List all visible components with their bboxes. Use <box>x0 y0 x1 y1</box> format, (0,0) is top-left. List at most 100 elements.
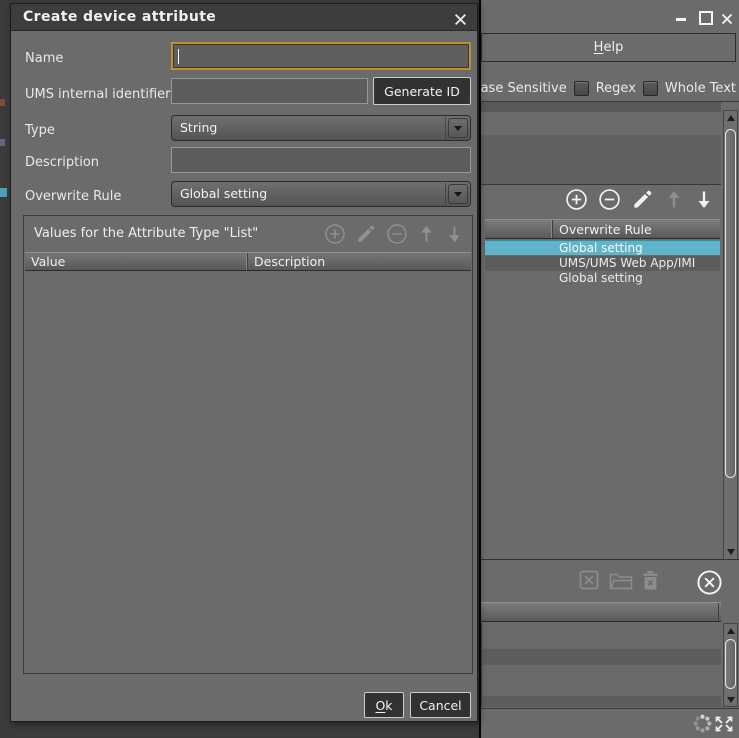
hidden-column-header <box>485 220 553 238</box>
scrollbar-thumb[interactable] <box>725 129 736 478</box>
move-value-down-button[interactable] <box>445 223 464 249</box>
scrollbar-up-button[interactable] <box>724 624 737 637</box>
dropdown-arrow-button[interactable] <box>448 184 468 204</box>
close-icon <box>721 13 733 25</box>
arrow-up-icon <box>664 188 684 211</box>
arrow-down-icon <box>445 223 464 245</box>
scrollbar-up-button[interactable] <box>724 111 737 125</box>
table-row[interactable]: Global setting <box>485 240 720 255</box>
close-icon <box>454 13 467 26</box>
folder-button[interactable] <box>608 569 634 595</box>
circle-minus-icon <box>598 188 621 211</box>
circle-plus-icon <box>565 188 588 211</box>
pencil-icon <box>355 223 377 245</box>
window-titlebar[interactable] <box>481 0 739 32</box>
maximize-button[interactable] <box>698 10 710 22</box>
filter-options-row: ase Sensitive Regex Whole Text <box>481 78 736 98</box>
move-down-button[interactable] <box>694 188 714 215</box>
values-table-body[interactable] <box>25 272 471 672</box>
move-value-up-button[interactable] <box>417 223 436 249</box>
lower-table-header[interactable] <box>481 602 721 622</box>
description-input[interactable] <box>171 147 471 173</box>
table-row[interactable]: UMS/UMS Web App/IMI <box>485 256 720 271</box>
name-input[interactable] <box>171 42 471 70</box>
triangle-down-icon <box>727 697 735 703</box>
x-box-icon <box>578 569 600 591</box>
dialog-titlebar[interactable]: Create device attribute <box>11 4 477 31</box>
trash-icon <box>641 569 660 592</box>
ums-id-label: UMS internal identifier <box>25 87 170 102</box>
whole-text-label: Whole Text <box>665 81 736 96</box>
app-root: Help ase Sensitive Regex Whole Text <box>0 0 739 738</box>
column-divider <box>718 603 719 621</box>
name-label: Name <box>25 51 63 66</box>
circle-x-icon <box>696 569 723 596</box>
dialog-close-button[interactable] <box>454 11 467 30</box>
folder-icon <box>608 569 634 591</box>
dropdown-arrow-button[interactable] <box>448 118 468 138</box>
dialog-title: Create device attribute <box>23 4 216 31</box>
scrollbar[interactable] <box>723 623 738 707</box>
main-window: Help ase Sensitive Regex Whole Text <box>479 0 739 738</box>
help-button[interactable]: Help <box>481 33 736 62</box>
values-group: Values for the Attribute Type "List" <box>23 215 473 674</box>
dropdown-divider <box>445 183 446 205</box>
generate-id-button[interactable]: Generate ID <box>373 77 471 105</box>
ums-id-input[interactable] <box>171 78 368 104</box>
circle-minus-icon <box>386 223 408 245</box>
left-panel-fragment <box>0 188 7 197</box>
overwrite-rule-column-header[interactable]: Overwrite Rule <box>553 220 720 238</box>
add-button[interactable] <box>565 188 588 215</box>
help-label: H <box>594 40 604 55</box>
list-row-band <box>482 649 721 665</box>
lower-list[interactable] <box>481 623 721 707</box>
minimize-button[interactable] <box>675 10 687 22</box>
values-toolbar <box>324 223 464 249</box>
description-column-header[interactable]: Description <box>248 253 471 270</box>
panel-band <box>481 102 721 112</box>
ok-button[interactable]: Ok <box>364 692 404 718</box>
cancel-button[interactable]: Cancel <box>410 692 471 718</box>
arrow-down-icon <box>694 188 714 211</box>
table-row[interactable]: Global setting <box>485 271 720 286</box>
values-table-header[interactable]: Value Description <box>25 252 471 271</box>
regex-checkbox[interactable] <box>574 81 589 96</box>
pencil-icon <box>631 188 654 211</box>
scrollbar-down-button[interactable] <box>724 545 737 559</box>
overwrite-rule-dropdown[interactable]: Global setting <box>171 181 471 207</box>
close-button[interactable] <box>721 10 733 22</box>
attribute-table-header[interactable]: Overwrite Rule <box>485 219 720 239</box>
remove-value-button[interactable] <box>386 223 408 249</box>
edit-button[interactable] <box>631 188 654 215</box>
triangle-down-icon <box>727 549 735 555</box>
remove-button[interactable] <box>598 188 621 215</box>
scrollbar-thumb[interactable] <box>725 639 736 689</box>
type-dropdown[interactable]: String <box>171 115 471 141</box>
case-sensitive-label: ase Sensitive <box>481 81 567 96</box>
type-label: Type <box>25 123 55 138</box>
chevron-down-icon <box>454 192 462 197</box>
list-row-band <box>482 696 721 707</box>
scrollbar[interactable] <box>723 110 738 560</box>
spinner-icon <box>692 713 713 738</box>
values-group-title: Values for the Attribute Type "List" <box>34 226 258 241</box>
regex-label: Regex <box>596 81 636 96</box>
scrollbar-down-button[interactable] <box>724 693 737 706</box>
trash-button[interactable] <box>641 569 660 596</box>
circle-plus-icon <box>324 223 346 245</box>
divider <box>481 184 721 185</box>
triangle-up-icon <box>727 628 735 634</box>
add-value-button[interactable] <box>324 223 346 249</box>
left-panel-fragment <box>0 99 5 106</box>
edit-value-button[interactable] <box>355 223 377 249</box>
whole-text-checkbox[interactable] <box>643 81 658 96</box>
move-up-button[interactable] <box>664 188 684 215</box>
value-column-header[interactable]: Value <box>25 253 248 270</box>
x-box-button[interactable] <box>578 569 600 595</box>
status-bar <box>481 708 739 738</box>
triangle-up-icon <box>727 115 735 121</box>
arrow-up-icon <box>417 223 436 245</box>
circle-x-button[interactable] <box>696 569 723 600</box>
description-label: Description <box>25 155 99 170</box>
overwrite-rule-label: Overwrite Rule <box>25 189 121 204</box>
